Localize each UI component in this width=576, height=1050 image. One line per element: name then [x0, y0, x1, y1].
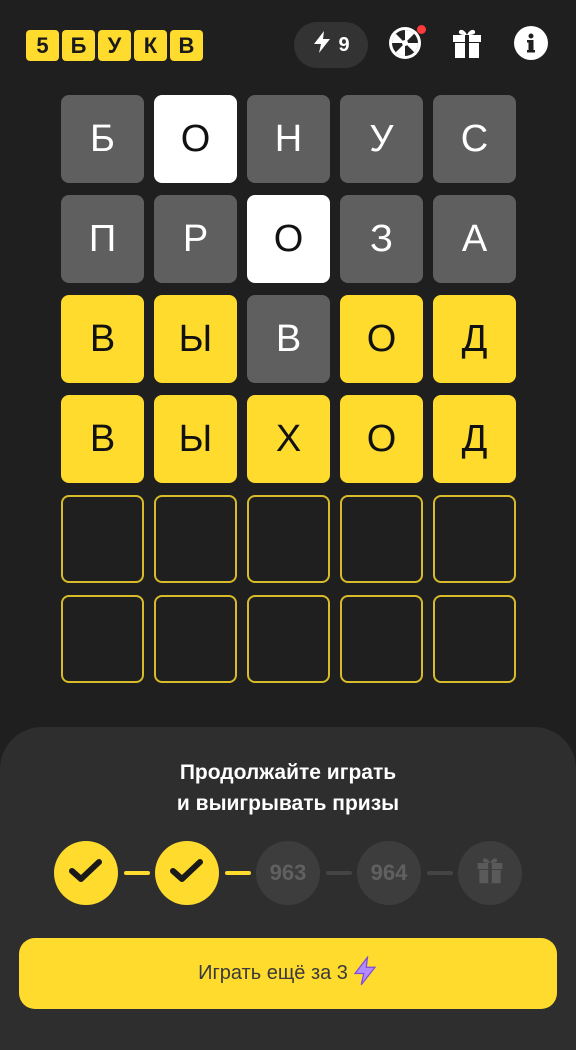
letter-tile: О	[154, 95, 237, 183]
checkmark-icon	[69, 858, 103, 889]
letter-tile: Б	[61, 95, 144, 183]
empty-tile	[433, 595, 516, 683]
empty-tile	[340, 595, 423, 683]
letter-tile: А	[433, 195, 516, 283]
progress-connector	[124, 871, 150, 875]
letter-tile: Ы	[154, 395, 237, 483]
gift-icon	[475, 855, 505, 891]
empty-tile	[247, 495, 330, 583]
gift-icon	[450, 26, 484, 65]
play-again-button[interactable]: Играть ещё за 3	[19, 938, 557, 1009]
play-again-label: Играть ещё за 3	[198, 962, 348, 984]
letter-tile: Д	[433, 295, 516, 383]
lightning-icon	[352, 954, 378, 992]
fortune-wheel-button[interactable]	[386, 25, 426, 64]
empty-tile	[247, 595, 330, 683]
progress-step-done	[155, 841, 219, 905]
panel-title: Продолжайте играть и выигрывать призы	[0, 757, 576, 819]
letter-tile: Ы	[154, 295, 237, 383]
empty-tile	[154, 595, 237, 683]
letter-tile: В	[61, 295, 144, 383]
progress-connector	[225, 871, 251, 875]
gift-button[interactable]	[448, 26, 486, 64]
energy-counter[interactable]: 9	[294, 22, 368, 68]
empty-tile	[154, 495, 237, 583]
letter-tile: Д	[433, 395, 516, 483]
logo-letter: Б	[62, 30, 95, 61]
logo-letter: 5	[26, 30, 59, 61]
letter-tile: В	[247, 295, 330, 383]
letter-tile: Р	[154, 195, 237, 283]
empty-tile	[61, 495, 144, 583]
checkmark-icon	[170, 858, 204, 889]
letter-tile: П	[61, 195, 144, 283]
letter-tile: Н	[247, 95, 330, 183]
progress-step-pending: 963	[256, 841, 320, 905]
letter-grid: БОНУСПРОЗАВЫВОДВЫХОД	[61, 95, 516, 683]
letter-tile: Х	[247, 395, 330, 483]
energy-count: 9	[338, 33, 350, 56]
letter-tile: У	[340, 95, 423, 183]
empty-tile	[61, 595, 144, 683]
letter-tile: В	[61, 395, 144, 483]
empty-tile	[433, 495, 516, 583]
bottom-panel: Продолжайте играть и выигрывать призы 96…	[0, 727, 576, 1050]
progress-connector	[326, 871, 352, 875]
letter-tile: С	[433, 95, 516, 183]
lightning-icon	[312, 30, 332, 60]
info-button[interactable]	[512, 25, 550, 65]
panel-title-line: Продолжайте играть	[179, 761, 397, 784]
panel-title-line: и выигрывать призы	[176, 792, 400, 815]
notification-dot	[417, 25, 426, 34]
letter-tile: З	[340, 195, 423, 283]
progress-step-gift	[458, 841, 522, 905]
logo-letter: В	[170, 30, 203, 61]
progress-step-pending: 964	[357, 841, 421, 905]
app-logo: 5 Б У К В	[26, 30, 203, 61]
letter-tile: О	[340, 395, 423, 483]
empty-tile	[340, 495, 423, 583]
letter-tile: О	[340, 295, 423, 383]
letter-tile: О	[247, 195, 330, 283]
prize-progress: 963 964	[0, 839, 576, 907]
info-icon	[514, 25, 548, 65]
progress-connector	[427, 871, 453, 875]
logo-letter: У	[98, 30, 131, 61]
progress-step-done	[54, 841, 118, 905]
logo-letter: К	[134, 30, 167, 61]
